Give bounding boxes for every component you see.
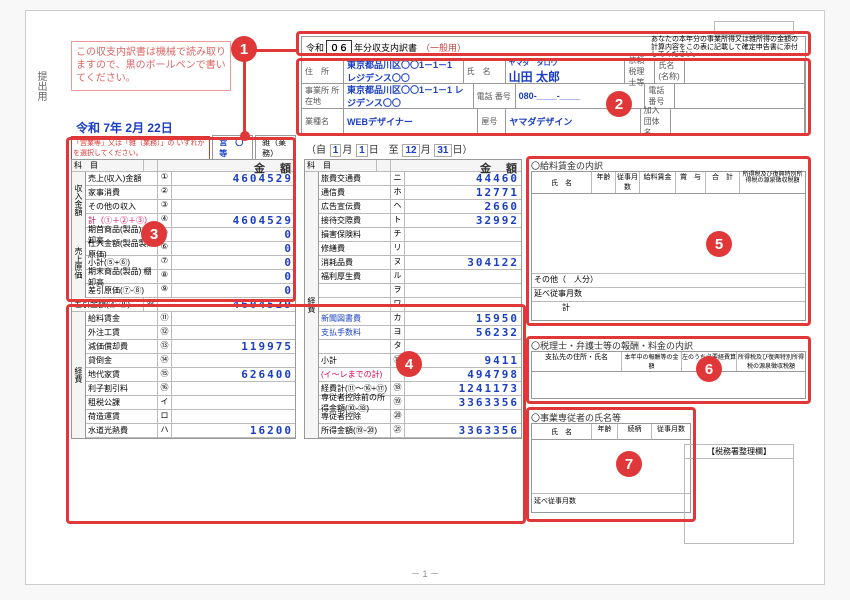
highlight-4 xyxy=(66,304,526,524)
badge-3: 3 xyxy=(141,221,167,247)
highlight-3 xyxy=(66,137,296,302)
badge-2: 2 xyxy=(606,91,632,117)
submit-tab: 提出用 xyxy=(26,71,48,101)
page-number: － 1 － xyxy=(411,567,439,580)
badge-4: 4 xyxy=(396,351,422,377)
form-date: 令和 7年 2月 22日 xyxy=(76,119,173,136)
form-page: 提出用 この収支内訳書は機械で読み取りますので、黒のボールペンで書いてください。… xyxy=(25,10,825,585)
highlight-7 xyxy=(526,407,696,522)
period: （自 1月 1日 至 12月 31日） xyxy=(306,141,473,156)
tax-office-box: 【税務署整理欄】 xyxy=(684,444,794,544)
badge-7: 7 xyxy=(616,451,642,477)
badge-5: 5 xyxy=(706,231,732,257)
badge-1: 1 xyxy=(231,36,257,62)
highlight-6 xyxy=(526,336,811,404)
highlight-1 xyxy=(296,31,811,56)
pink-note: この収支内訳書は機械で読み取りますので、黒のボールペンで書いてください。 xyxy=(71,41,231,91)
highlight-2 xyxy=(296,58,811,136)
highlight-5 xyxy=(526,156,811,326)
badge-6: 6 xyxy=(696,356,722,382)
